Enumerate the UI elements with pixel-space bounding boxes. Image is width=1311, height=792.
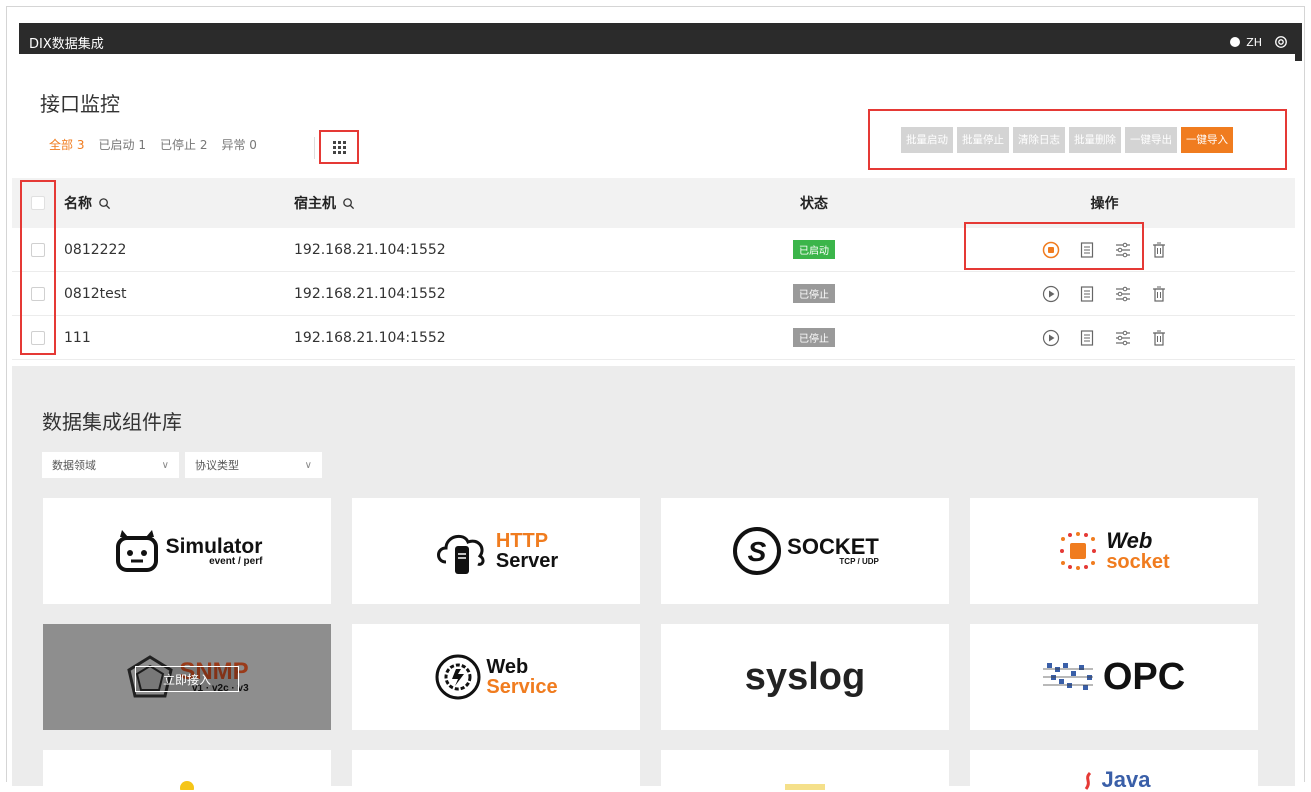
component-card[interactable]	[661, 750, 949, 790]
status-badge: 已停止	[793, 328, 835, 347]
component-card[interactable]: Simulator event / perf	[43, 498, 331, 604]
tab-error[interactable]: 异常 0	[214, 136, 263, 153]
component-card[interactable]	[352, 750, 640, 790]
component-card[interactable]: syslog	[661, 624, 949, 730]
card-title: SOCKET	[787, 534, 879, 559]
status-filter-tabs: 全部 3 已启动 1 已停止 2 异常 0	[42, 136, 264, 153]
websocket-logo	[1060, 532, 1097, 570]
web-service-logo	[435, 654, 481, 700]
tab-stopped[interactable]: 已停止 2	[153, 136, 214, 153]
batch-start-button[interactable]: 批量启动	[901, 126, 953, 153]
column-status-header: 状态	[800, 196, 828, 212]
checkbox-column-highlight	[20, 180, 56, 355]
grid-view-button[interactable]	[319, 130, 359, 164]
card-subtitle: socket	[1106, 551, 1170, 573]
search-icon[interactable]	[342, 197, 355, 210]
delete-icon[interactable]	[1150, 329, 1168, 347]
table-row: 111 192.168.21.104:1552 已停止	[12, 316, 1295, 360]
card-subtitle: Service	[486, 676, 558, 698]
row-host: 192.168.21.104:1552	[294, 285, 446, 302]
component-card[interactable]: SNMP v1 · v2c · v3 立即接入	[43, 624, 331, 730]
domain-select[interactable]: 数据领域 ∨	[42, 452, 179, 478]
syslog-logo: syslog	[744, 656, 866, 698]
chevron-down-icon: ∨	[304, 459, 312, 471]
tab-all[interactable]: 全部 3	[42, 136, 91, 153]
component-card[interactable]: Web Service	[352, 624, 640, 730]
row-name: 0812test	[64, 285, 127, 302]
batch-actions-toolbar: 批量启动 批量停止 清除日志 批量删除 一键导出 一键导入	[868, 109, 1287, 170]
card-title: HTTP	[495, 530, 549, 552]
status-badge: 已停止	[793, 284, 835, 303]
library-title: 数据集成组件库	[42, 410, 182, 434]
row-actions-highlight	[964, 222, 1144, 270]
library-filters: 数据领域 ∨ 协议类型 ∨	[42, 452, 322, 478]
delete-icon[interactable]	[1150, 241, 1168, 259]
play-icon[interactable]	[1042, 329, 1060, 347]
card-subtitle: TCP / UDP	[839, 557, 879, 566]
component-card[interactable]: Java	[970, 750, 1258, 792]
row-host: 192.168.21.104:1552	[294, 241, 446, 258]
search-icon[interactable]	[98, 197, 111, 210]
java-logo	[1084, 771, 1091, 790]
row-actions	[914, 285, 1295, 303]
settings-icon[interactable]	[1274, 35, 1288, 49]
component-card[interactable]: S SOCKET TCP / UDP	[661, 498, 949, 604]
card-subtitle: Server	[495, 550, 559, 572]
log-icon[interactable]	[1078, 329, 1096, 347]
socket-logo: S	[733, 527, 782, 575]
app-title: DIX数据集成	[29, 36, 104, 52]
protocol-select[interactable]: 协议类型 ∨	[185, 452, 322, 478]
batch-stop-button[interactable]: 批量停止	[957, 126, 1009, 153]
component-card[interactable]: HTTP Server	[352, 498, 640, 604]
config-icon[interactable]	[1114, 329, 1132, 347]
row-host: 192.168.21.104:1552	[294, 329, 446, 346]
batch-delete-button[interactable]: 批量删除	[1069, 126, 1121, 153]
component-card[interactable]: OPC	[970, 624, 1258, 730]
column-ops-header: 操作	[1090, 196, 1119, 212]
card-title: OPC	[1102, 656, 1186, 698]
top-bar-actions: ZH	[1230, 35, 1288, 49]
card-title: Web	[486, 656, 529, 678]
tab-running[interactable]: 已启动 1	[91, 136, 152, 153]
http-server-logo	[436, 534, 485, 574]
page-title: 接口监控	[40, 92, 120, 116]
divider	[314, 137, 315, 159]
card-title: Simulator	[165, 534, 263, 558]
svg-text:S: S	[748, 536, 767, 567]
status-badge: 已启动	[793, 240, 835, 259]
column-name-header: 名称	[64, 196, 92, 212]
card-title: Web	[1106, 528, 1153, 553]
interface-monitor-panel: 接口监控 全部 3 已启动 1 已停止 2 异常 0 批量启动 批量停止 清除日…	[12, 54, 1295, 366]
play-icon[interactable]	[1042, 285, 1060, 303]
delete-icon[interactable]	[1150, 285, 1168, 303]
status-dot-icon	[1230, 37, 1241, 47]
import-button[interactable]: 一键导入	[1181, 126, 1233, 153]
column-host-header: 宿主机	[294, 196, 336, 212]
export-button[interactable]: 一键导出	[1125, 126, 1177, 153]
log-icon[interactable]	[1078, 285, 1096, 303]
component-grid: Simulator event / perf HTTP Server S SOC…	[43, 498, 1258, 792]
row-name: 111	[64, 329, 91, 346]
simulator-logo	[115, 530, 158, 572]
chevron-down-icon: ∨	[161, 459, 169, 471]
language-switch[interactable]: ZH	[1246, 36, 1262, 49]
table-row: 0812test 192.168.21.104:1552 已停止	[12, 272, 1295, 316]
component-card[interactable]: Web socket	[970, 498, 1258, 604]
config-icon[interactable]	[1114, 285, 1132, 303]
component-card[interactable]	[43, 750, 331, 790]
partial-logo	[180, 781, 194, 790]
clear-log-button[interactable]: 清除日志	[1013, 126, 1065, 153]
card-title: Java	[1101, 767, 1151, 792]
row-actions	[914, 329, 1295, 347]
grid-icon	[332, 140, 346, 154]
table-header: 名称 宿主机 状态 操作	[12, 178, 1295, 228]
component-library-panel: 数据集成组件库 数据领域 ∨ 协议类型 ∨ Simulator event / pe…	[12, 366, 1295, 791]
row-name: 0812222	[64, 241, 127, 258]
card-subtitle: event / perf	[209, 555, 263, 567]
connect-now-button[interactable]: 立即接入	[135, 666, 239, 692]
